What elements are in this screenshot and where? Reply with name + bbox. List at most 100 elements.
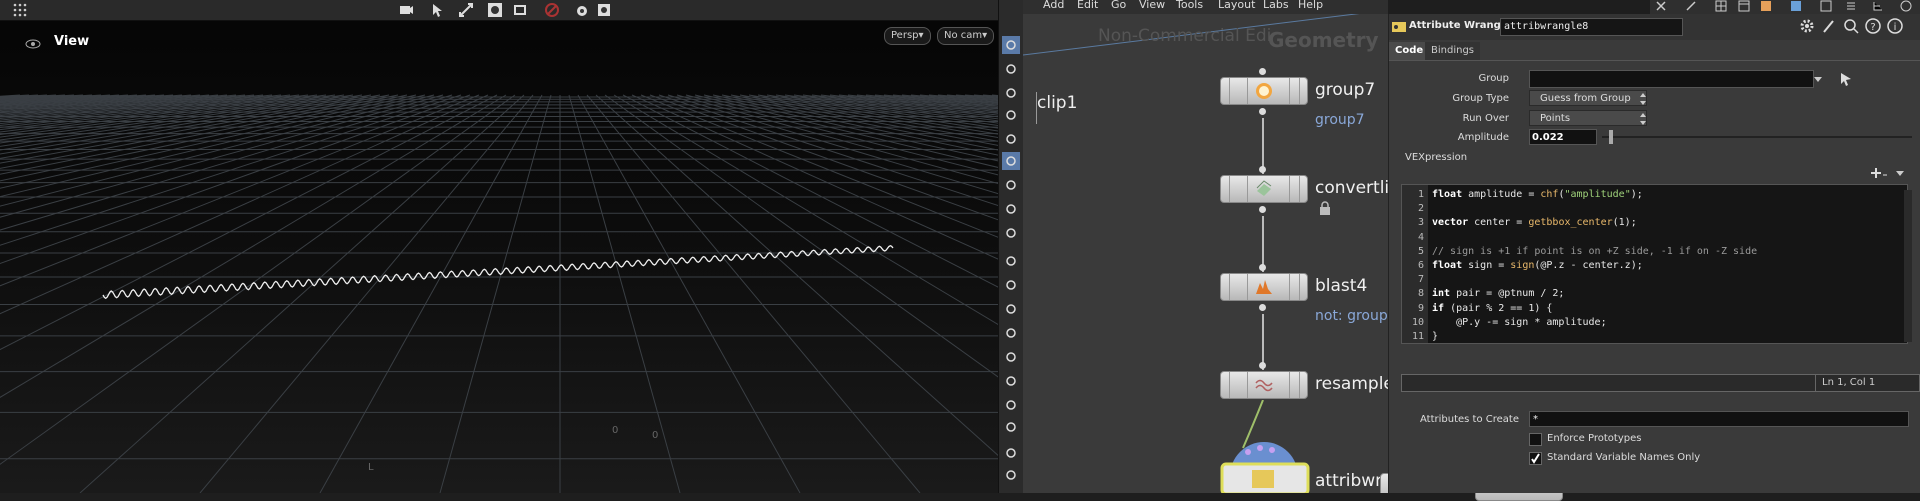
pin-icon[interactable] — [1002, 300, 1020, 318]
amplitude-field[interactable]: 0.022 — [1529, 129, 1597, 145]
light-bulb-icon[interactable] — [1002, 348, 1020, 366]
camera-menu-icon[interactable] — [398, 2, 414, 18]
menu-item-view[interactable]: View — [1139, 0, 1165, 11]
wire-icon[interactable] — [1685, 0, 1697, 12]
brush-icon[interactable] — [1821, 18, 1837, 34]
shader-icon[interactable] — [1002, 372, 1020, 390]
convertline-node-icon — [1256, 180, 1272, 196]
node-resample[interactable] — [1220, 371, 1308, 399]
vex-code-editor[interactable]: 1 2 3 4 5 6 7 8 9 10 11 float amplitude = chf("amp… — [1401, 184, 1908, 344]
code-line: int pair = @ptnum / 2; — [1432, 288, 1565, 300]
camera-button[interactable]: No cam▾ — [937, 27, 995, 45]
code-scrollbar[interactable] — [1904, 190, 1912, 342]
run-over-dropdown[interactable]: Points — [1529, 110, 1647, 126]
pane-toolbar — [1650, 0, 1920, 14]
line-number: 4 — [1417, 231, 1424, 243]
output-port[interactable] — [1259, 108, 1266, 115]
menu-item-help[interactable]: Help — [1298, 0, 1323, 11]
stop-icon[interactable] — [544, 2, 560, 18]
select-tool-icon[interactable] — [430, 2, 446, 18]
grid-icon[interactable] — [1715, 0, 1727, 12]
menu-item-add[interactable]: Add — [1043, 0, 1064, 11]
render-icon[interactable] — [1002, 176, 1020, 194]
code-line: } — [1432, 331, 1439, 342]
chevron-down-icon[interactable] — [1894, 167, 1906, 179]
curve-icon[interactable] — [1002, 276, 1020, 294]
help-icon[interactable] — [1900, 0, 1912, 12]
lock-icon[interactable] — [1002, 84, 1020, 102]
point-icon[interactable] — [1002, 252, 1020, 270]
ghost-icon[interactable] — [1002, 200, 1020, 218]
help-icon[interactable]: ? — [1865, 18, 1881, 34]
node-name-field[interactable]: attribwrangle8 — [1500, 18, 1683, 36]
light-icon[interactable] — [574, 2, 590, 18]
node-blast4[interactable] — [1220, 273, 1308, 301]
line-number-gutter: 1 2 3 4 5 6 7 8 9 10 11 — [1402, 185, 1428, 343]
chevron-down-icon[interactable] — [1812, 72, 1824, 86]
layout-icon[interactable] — [1738, 0, 1750, 12]
node-attribwrangle7[interactable] — [1380, 473, 1388, 493]
node-convertline[interactable] — [1220, 175, 1308, 203]
select-mode-icon[interactable] — [1002, 60, 1020, 78]
checker-icon[interactable] — [1002, 444, 1020, 462]
search-icon[interactable] — [1843, 18, 1859, 34]
close-icon[interactable] — [1655, 0, 1667, 12]
list-icon[interactable] — [1845, 0, 1857, 12]
handle-icon[interactable] — [1002, 130, 1020, 148]
input-port[interactable] — [1259, 264, 1266, 271]
select-arrow-icon[interactable] — [1839, 71, 1853, 87]
input-port[interactable] — [1259, 166, 1266, 173]
network-editor[interactable]: Non-Commercial Edi Geometry clip1 group7… — [1023, 0, 1388, 493]
panel-icon[interactable] — [1820, 0, 1832, 12]
attributes-create-field[interactable]: * — [1529, 411, 1909, 427]
menu-item-tools[interactable]: Tools — [1176, 0, 1203, 11]
snapshot-icon[interactable] — [596, 2, 612, 18]
view-tool-icon[interactable] — [1002, 36, 1020, 54]
perspective-button[interactable]: Persp▾ — [884, 27, 931, 45]
input-port[interactable] — [1259, 68, 1266, 75]
network-icon[interactable] — [1760, 0, 1772, 12]
output-port[interactable] — [1259, 206, 1266, 213]
tree-icon[interactable] — [1872, 0, 1884, 12]
gear-icon[interactable] — [1799, 18, 1815, 34]
add-spare-icon[interactable] — [1869, 166, 1889, 180]
image-icon[interactable] — [1790, 0, 1802, 12]
grid-menu-icon[interactable] — [12, 2, 28, 18]
line-number: 10 — [1411, 316, 1424, 328]
cube-icon[interactable] — [1002, 466, 1020, 484]
scene-viewport[interactable]: 0 0 L ? View Persp▾ No cam▾ — [0, 0, 998, 493]
corner-icon[interactable] — [1002, 396, 1020, 414]
paint-icon[interactable] — [1002, 418, 1020, 436]
output-port[interactable] — [1259, 304, 1266, 311]
group-field[interactable] — [1529, 70, 1814, 88]
input-port[interactable] — [1259, 362, 1266, 369]
amplitude-slider-handle[interactable] — [1608, 130, 1613, 144]
svg-text:i: i — [1894, 22, 1897, 33]
code-line: @P.y -= sign * amplitude; — [1432, 316, 1607, 328]
lock-icon[interactable] — [1319, 201, 1331, 215]
menu-item-edit[interactable]: Edit — [1077, 0, 1098, 11]
node-group7[interactable] — [1220, 77, 1308, 105]
display-icon[interactable] — [512, 2, 528, 18]
info-icon[interactable]: i — [1887, 18, 1903, 34]
number-icon[interactable] — [1002, 324, 1020, 342]
bulb-icon[interactable] — [1002, 152, 1020, 170]
cursor-position: Ln 1, Col 1 — [1822, 377, 1876, 388]
display-options-icon[interactable] — [1002, 224, 1020, 242]
tab-bindings[interactable]: Bindings — [1425, 42, 1480, 60]
snap-icon[interactable] — [1002, 106, 1020, 124]
node-attribwrangle8[interactable] — [1218, 438, 1318, 493]
network-background — [1023, 9, 1388, 56]
transform-tool-icon[interactable] — [458, 2, 474, 18]
enforce-prototypes-checkbox[interactable] — [1529, 433, 1542, 446]
render-view-icon[interactable] — [487, 2, 503, 18]
view-eye-icon — [25, 39, 41, 49]
amplitude-slider-track[interactable] — [1602, 136, 1912, 138]
menu-item-go[interactable]: Go — [1111, 0, 1126, 11]
standard-variable-checkbox[interactable] — [1529, 452, 1542, 465]
menu-item-layout[interactable]: Layout — [1218, 0, 1255, 11]
menu-item-labs[interactable]: Labs — [1263, 0, 1289, 11]
tab-code[interactable]: Code — [1389, 42, 1430, 60]
group-type-dropdown[interactable]: Guess from Group — [1529, 90, 1647, 106]
viewport-label: View — [54, 34, 90, 49]
